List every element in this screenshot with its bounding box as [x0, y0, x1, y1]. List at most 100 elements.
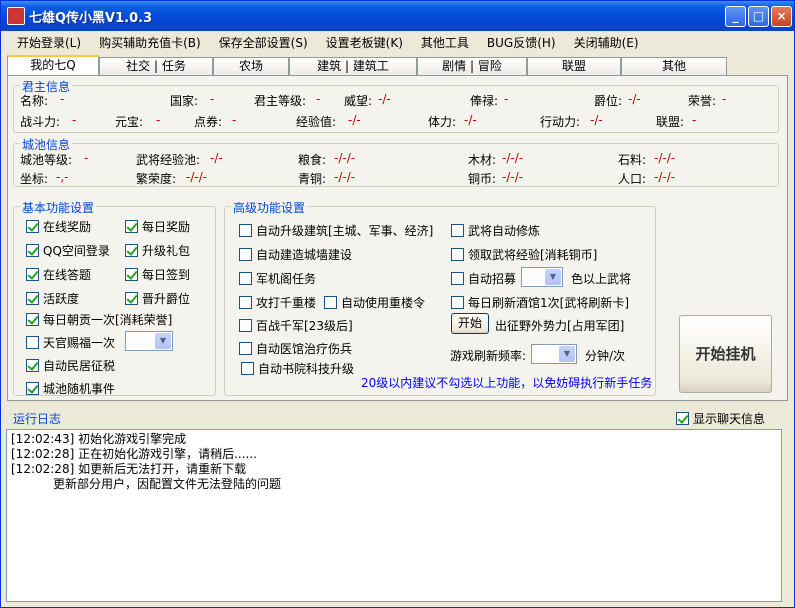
- use-tower-token-checkbox[interactable]: 自动使用重楼令: [324, 294, 425, 311]
- start-hook-button[interactable]: 开始挂机: [679, 315, 772, 393]
- city-event-checkbox[interactable]: 城池随机事件: [26, 380, 115, 397]
- menu-start-login[interactable]: 开始登录(L): [1, 34, 90, 51]
- monarch-label: 名称:: [20, 94, 49, 108]
- checkbox-box[interactable]: [125, 220, 138, 233]
- online-reward-checkbox[interactable]: 在线奖励: [26, 218, 91, 235]
- checkbox-box[interactable]: [26, 244, 39, 257]
- house-tax-checkbox[interactable]: 自动民居征税: [26, 357, 115, 374]
- menu-bug-report[interactable]: BUG反馈(H): [478, 34, 565, 51]
- general-exp-checkbox[interactable]: 领取武将经验[消耗铜币]: [451, 246, 597, 263]
- auto-heal-checkbox[interactable]: 自动医馆治疗伤兵: [239, 340, 352, 357]
- minimize-button[interactable]: _: [725, 6, 746, 27]
- menu-buy-card[interactable]: 购买辅助充值卡(B): [90, 34, 210, 51]
- tab-other[interactable]: 其他: [621, 57, 727, 75]
- checkbox-box[interactable]: [26, 359, 39, 372]
- tab-my-qq[interactable]: 我的七Q: [7, 55, 99, 75]
- promote-rank-checkbox[interactable]: 晋升爵位: [125, 290, 190, 307]
- monarch-label: 爵位:: [594, 94, 623, 108]
- tab-building[interactable]: 建筑 | 建筑工: [289, 57, 417, 75]
- tab-story-adventure[interactable]: 剧情 | 冒险: [417, 57, 527, 75]
- monarch-info-group: 君主信息 名称: - 国家: - 君主等级: - 威望: -/- 俸禄: - 爵…: [13, 78, 779, 133]
- general-train-checkbox[interactable]: 武将自动修炼: [451, 222, 540, 239]
- blessing-checkbox[interactable]: 天官赐福一次: [26, 334, 115, 351]
- attack-tower-checkbox[interactable]: 攻打千重楼: [239, 294, 316, 311]
- checkbox-box[interactable]: [26, 313, 39, 326]
- city-value: -/-/-: [186, 170, 208, 184]
- hundred-battles-checkbox[interactable]: 百战千军[23级后]: [239, 317, 353, 334]
- checkbox-label: 自动升级建筑[主城、军事、经济]: [256, 224, 434, 238]
- checkbox-box[interactable]: [26, 292, 39, 305]
- refresh-rate-select[interactable]: ▼: [531, 344, 577, 364]
- maximize-button[interactable]: □: [748, 6, 769, 27]
- tab-social-task[interactable]: 社交 | 任务: [99, 57, 213, 75]
- checkbox-box[interactable]: [451, 248, 464, 261]
- checkbox-box[interactable]: [239, 342, 252, 355]
- log-line: 更新部分用户，因配置文件无法登陆的问题: [11, 477, 281, 491]
- military-task-checkbox[interactable]: 军机阁任务: [239, 270, 316, 287]
- tab-farm[interactable]: 农场: [213, 57, 289, 75]
- checkbox-box[interactable]: [239, 248, 252, 261]
- menu-close-helper[interactable]: 关闭辅助(E): [565, 34, 648, 51]
- checkbox-label: 升级礼包: [142, 244, 191, 258]
- monarch-value: -/-: [590, 113, 603, 127]
- checkbox-box[interactable]: [676, 412, 689, 425]
- log-textbox[interactable]: [12:02:43] 初始化游戏引擎完成 [12:02:28] 正在初始化游戏引…: [6, 429, 782, 602]
- expedition-label: 出征野外势力[占用军团]: [495, 319, 625, 333]
- menu-boss-key[interactable]: 设置老板键(K): [317, 34, 412, 51]
- chevron-down-icon[interactable]: ▼: [545, 269, 561, 285]
- blessing-select[interactable]: ▼: [125, 331, 173, 351]
- checkbox-box[interactable]: [451, 224, 464, 237]
- auto-city-wall-checkbox[interactable]: 自动建造城墙建设: [239, 246, 352, 263]
- chevron-down-icon[interactable]: ▼: [155, 333, 171, 349]
- checkbox-label: 城池随机事件: [43, 382, 116, 396]
- daily-tribute-checkbox[interactable]: 每日朝贡一次[消耗荣誉]: [26, 311, 172, 328]
- refresh-unit-label: 分钟/次: [585, 349, 626, 363]
- monarch-label: 荣誉:: [688, 94, 717, 108]
- level-tip: 20级以内建议不勾选以上功能，以免妨碍执行新手任务: [361, 376, 653, 390]
- checkbox-box[interactable]: [451, 296, 464, 309]
- monarch-label: 经验值:: [296, 115, 337, 129]
- checkbox-label: 武将自动修炼: [468, 224, 541, 238]
- tab-alliance[interactable]: 联盟: [527, 57, 621, 75]
- menu-save-settings[interactable]: 保存全部设置(S): [210, 34, 317, 51]
- recruit-suffix-label: 色以上武将: [571, 272, 632, 286]
- checkbox-box[interactable]: [26, 382, 39, 395]
- checkbox-box[interactable]: [241, 362, 254, 375]
- checkbox-box[interactable]: [239, 319, 252, 332]
- online-quiz-checkbox[interactable]: 在线答题: [26, 266, 91, 283]
- monarch-label: 行动力:: [540, 115, 581, 129]
- checkbox-label: 每日奖励: [142, 220, 191, 234]
- monarch-value: -: [72, 113, 77, 127]
- qzone-login-checkbox[interactable]: QQ空间登录: [26, 242, 110, 259]
- daily-signin-checkbox[interactable]: 每日签到: [125, 266, 190, 283]
- menu-other-tools[interactable]: 其他工具: [412, 34, 478, 51]
- show-chat-checkbox[interactable]: 显示聊天信息: [676, 410, 765, 427]
- checkbox-box[interactable]: [125, 292, 138, 305]
- level-gift-checkbox[interactable]: 升级礼包: [125, 242, 190, 259]
- checkbox-label: 自动建造城墙建设: [256, 248, 353, 262]
- checkbox-box[interactable]: [125, 244, 138, 257]
- app-window: 七雄Q传小黑V1.0.3 _ □ × 开始登录(L) 购买辅助充值卡(B) 保存…: [0, 0, 795, 608]
- city-value: -: [84, 151, 89, 165]
- checkbox-box[interactable]: [324, 296, 337, 309]
- recruit-color-select[interactable]: ▼: [521, 267, 563, 287]
- checkbox-box[interactable]: [26, 336, 39, 349]
- expedition-start-button[interactable]: 开始: [451, 313, 489, 334]
- close-button[interactable]: ×: [771, 6, 792, 27]
- daily-reward-checkbox[interactable]: 每日奖励: [125, 218, 190, 235]
- auto-upgrade-building-checkbox[interactable]: 自动升级建筑[主城、军事、经济]: [239, 222, 433, 239]
- activity-checkbox[interactable]: 活跃度: [26, 290, 79, 307]
- checkbox-box[interactable]: [239, 224, 252, 237]
- checkbox-box[interactable]: [239, 296, 252, 309]
- checkbox-box[interactable]: [125, 268, 138, 281]
- checkbox-box[interactable]: [239, 272, 252, 285]
- chevron-down-icon[interactable]: ▼: [559, 346, 575, 362]
- tavern-refresh-checkbox[interactable]: 每日刷新酒馆1次[武将刷新卡]: [451, 294, 629, 311]
- checkbox-box[interactable]: [26, 268, 39, 281]
- checkbox-box[interactable]: [26, 220, 39, 233]
- auto-academy-checkbox[interactable]: 自动书院科技升级: [241, 360, 354, 377]
- auto-recruit-checkbox[interactable]: 自动招募: [451, 270, 516, 287]
- title-bar[interactable]: 七雄Q传小黑V1.0.3 _ □ ×: [1, 1, 794, 31]
- monarch-value: -/-: [628, 92, 641, 106]
- checkbox-box[interactable]: [451, 272, 464, 285]
